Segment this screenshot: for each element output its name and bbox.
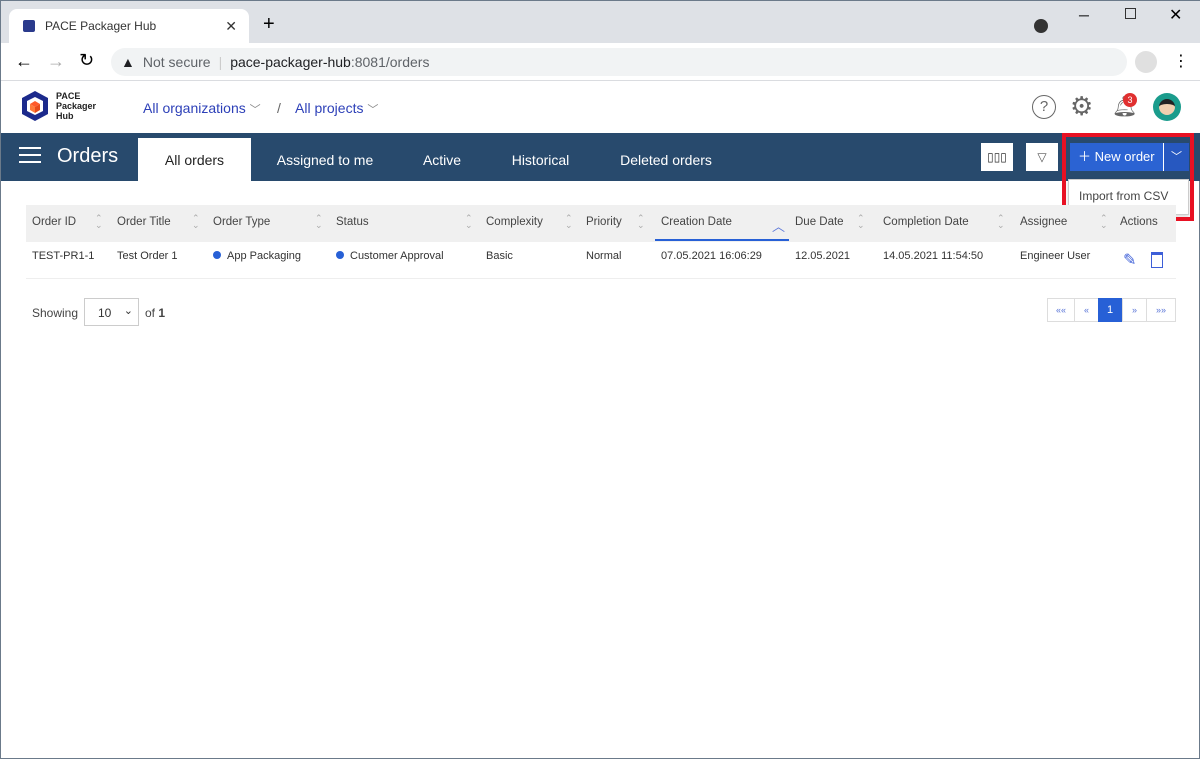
close-tab-icon[interactable]: ✕ [225,18,237,35]
type-dot-icon [213,251,221,259]
tab-historical[interactable]: Historical [493,138,588,181]
cell-due-date: 12.05.2021 [795,250,851,262]
tab-active[interactable]: Active [401,138,483,181]
status-dot-icon [336,251,344,259]
showing-label: Showing [32,306,79,320]
prev-page-button[interactable]: « [1074,298,1099,322]
column-header-creation-date[interactable]: Creation Date [661,216,732,228]
cell-order-id: TEST-PR1-1 [32,250,95,262]
sort-icon[interactable]: ⌃ ⌄ [997,214,1005,230]
sort-icon[interactable]: ⌃ ⌄ [637,214,645,230]
organization-selector[interactable]: All organizations ﹀ [143,100,261,117]
page-1-button[interactable]: 1 [1098,298,1122,322]
cell-title: Test Order 1 [117,250,178,262]
column-header-status[interactable]: Status [336,216,369,228]
column-header-order-id[interactable]: Order ID [32,216,76,228]
column-header-complexity[interactable]: Complexity [486,216,543,228]
forward-icon[interactable]: → [47,51,65,72]
account-icon[interactable] [1135,51,1157,73]
project-selector[interactable]: All projects ﹀ [295,100,378,117]
edit-pencil-icon[interactable]: ✎ [1123,250,1136,270]
browser-tab[interactable]: PACE Packager Hub ✕ [9,9,249,43]
filter-button[interactable]: ▽ [1026,143,1058,171]
page-count: of 1 [145,306,166,320]
page-size-select[interactable]: 10 ⌄ [84,298,139,326]
last-page-button[interactable]: »» [1146,298,1176,322]
cell-status: Customer Approval [336,250,444,262]
back-icon[interactable]: ← [15,51,33,72]
cell-complexity: Basic [486,250,513,262]
sorted-column-underline [655,239,789,241]
column-header-completion-date[interactable]: Completion Date [883,216,969,228]
avatar[interactable] [1153,93,1181,121]
next-page-button[interactable]: » [1122,298,1147,322]
delete-trash-icon[interactable] [1151,252,1163,268]
sort-ascending-icon[interactable]: ︿ [772,216,785,235]
chevron-down-icon: ﹀ [367,104,379,116]
minimize-icon[interactable]: ─ [1079,7,1089,23]
logo-text: PACE Packager Hub [56,91,97,121]
column-header-assignee[interactable]: Assignee [1020,216,1067,228]
reload-icon[interactable]: ↻ [79,50,94,71]
browser-tab-bar: PACE Packager Hub ✕ + ─ ✕ [1,1,1200,43]
first-page-button[interactable]: «« [1047,298,1075,322]
favicon-icon [23,20,35,32]
columns-button[interactable]: ▯▯▯ [981,143,1013,171]
page-title: Orders [57,145,119,167]
tab-all-orders[interactable]: All orders [138,138,251,181]
logo-icon [22,91,48,121]
cell-priority: Normal [586,250,622,262]
tab-deleted-orders[interactable]: Deleted orders [601,138,731,181]
sort-icon[interactable]: ⌃ ⌄ [565,214,573,230]
nav-bar: Orders All orders Assigned to me Active … [1,133,1200,181]
column-header-priority[interactable]: Priority [586,216,622,228]
hamburger-icon[interactable] [19,147,41,163]
sort-icon[interactable]: ⌃ ⌄ [95,214,103,230]
sort-icon[interactable]: ⌃ ⌄ [465,214,473,230]
column-header-due-date[interactable]: Due Date [795,216,844,228]
profile-dropdown-icon[interactable] [1034,19,1048,33]
menu-icon[interactable]: ⋮ [1173,51,1189,71]
help-icon[interactable]: ? [1032,95,1056,119]
chevron-down-icon: ⌄ [123,305,133,317]
sort-icon[interactable]: ⌃ ⌄ [857,214,865,230]
close-window-icon[interactable]: ✕ [1169,5,1182,25]
column-header-actions: Actions [1120,216,1158,228]
notification-badge: 3 [1123,93,1137,107]
app-header: PACE Packager Hub All organizations ﹀ / … [1,81,1200,133]
sort-icon[interactable]: ⌃ ⌄ [315,214,323,230]
cell-creation-date: 07.05.2021 16:06:29 [661,250,762,262]
cell-completion-date: 14.05.2021 11:54:50 [883,250,984,262]
column-header-order-type[interactable]: Order Type [213,216,270,228]
new-tab-icon[interactable]: + [263,13,275,36]
column-header-order-title[interactable]: Order Title [117,216,171,228]
sort-icon[interactable]: ⌃ ⌄ [192,214,200,230]
url-input[interactable]: ▲ Not secure | pace-packager-hub:8081/or… [111,48,1127,76]
chevron-down-icon: ﹀ [249,104,261,116]
sort-icon[interactable]: ⌃ ⌄ [1100,214,1108,230]
cell-assignee: Engineer User [1020,250,1091,262]
settings-icon[interactable]: ⚙ [1070,91,1093,122]
cell-type: App Packaging [213,250,301,262]
tab-assigned-to-me[interactable]: Assigned to me [259,138,391,181]
row-divider [26,278,1176,279]
warning-icon: ▲ [121,54,135,70]
maximize-icon[interactable] [1125,8,1136,19]
